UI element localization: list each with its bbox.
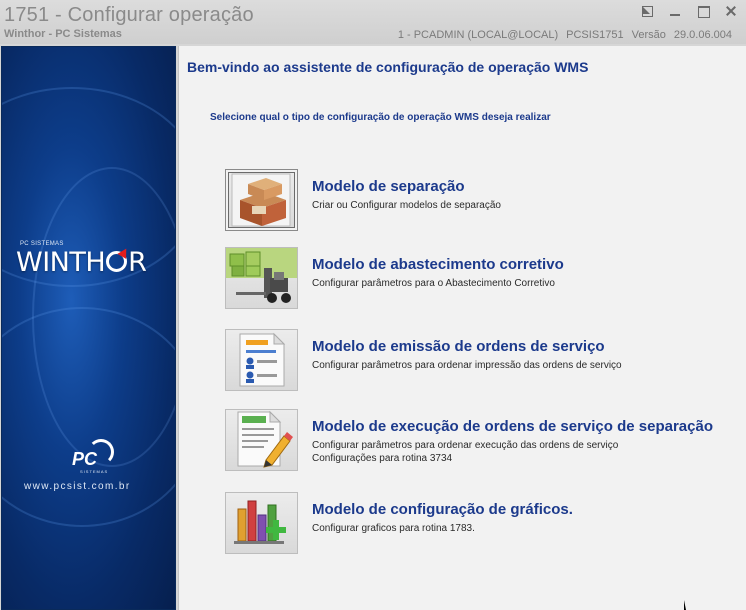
brand-sidebar: PC SISTEMAS WINTH R PC SISTEMAS www.pcsis… bbox=[1, 46, 176, 610]
option-modelo-abastecimento[interactable]: Modelo de abastecimento corretivo Config… bbox=[225, 247, 735, 311]
mouse-cursor-icon bbox=[684, 600, 686, 610]
pc-sistemas-logo: PC SISTEMAS bbox=[66, 439, 114, 477]
session-status: 1 - PCADMIN (LOCAL@LOCAL) PCSIS1751 Vers… bbox=[398, 29, 732, 41]
option-icon-button[interactable] bbox=[225, 409, 298, 471]
routine-code: PCSIS1751 bbox=[566, 29, 624, 41]
option-description: Configurar graficos para rotina 1783. bbox=[312, 523, 475, 534]
option-description: Criar ou Configurar modelos de separação bbox=[312, 200, 501, 211]
version-label: Versão bbox=[631, 29, 666, 41]
option-description: Configurar parâmetros para ordenar execu… bbox=[312, 439, 618, 465]
window-subtitle: Winthor - PC Sistemas bbox=[4, 28, 122, 40]
pc-logo-subtext: SISTEMAS bbox=[80, 469, 109, 474]
option-description: Configurar parâmetros para ordenar impre… bbox=[312, 360, 622, 371]
instruction-text: Selecione qual o tipo de configuração de… bbox=[210, 112, 551, 123]
option-description: Configurar parâmetros para o Abastecimen… bbox=[312, 278, 555, 289]
winthor-o-icon bbox=[106, 251, 128, 272]
option-modelo-graficos[interactable]: Modelo de configuração de gráficos. Conf… bbox=[225, 492, 735, 556]
chart-add-icon bbox=[234, 500, 286, 544]
option-icon-button[interactable] bbox=[225, 329, 298, 391]
winthor-logo-text-a: WINTH bbox=[16, 247, 106, 278]
window-title: 1751 - Configurar operação bbox=[4, 4, 254, 26]
close-icon[interactable] bbox=[724, 4, 738, 18]
option-modelo-execucao[interactable]: Modelo de execução de ordens de serviço … bbox=[225, 409, 735, 473]
boxes-icon bbox=[231, 173, 291, 227]
option-icon-button[interactable] bbox=[225, 169, 298, 231]
document-users-icon bbox=[239, 332, 286, 387]
page-title: Bem-vindo ao assistente de configuração … bbox=[187, 59, 589, 75]
maximize-icon[interactable] bbox=[696, 4, 710, 18]
option-description-line: Configurações para rotina 3734 bbox=[312, 453, 453, 464]
option-description-line: Configurar parâmetros para ordenar execu… bbox=[312, 440, 619, 451]
document-edit-icon bbox=[237, 410, 293, 468]
restore-icon[interactable] bbox=[640, 4, 654, 18]
winthor-logo-text-b: R bbox=[128, 247, 147, 278]
option-modelo-emissao[interactable]: Modelo de emissão de ordens de serviço C… bbox=[225, 329, 735, 393]
option-title: Modelo de configuração de gráficos. bbox=[312, 501, 573, 518]
option-icon-button[interactable] bbox=[225, 492, 298, 554]
option-title: Modelo de abastecimento corretivo bbox=[312, 256, 564, 273]
session-user: 1 - PCADMIN (LOCAL@LOCAL) bbox=[397, 29, 559, 41]
forklift-icon bbox=[226, 248, 297, 303]
version-number: 29.0.06.004 bbox=[673, 29, 732, 41]
wizard-panel: Bem-vindo ao assistente de configuração … bbox=[178, 46, 746, 610]
minimize-icon[interactable] bbox=[668, 4, 682, 18]
winthor-logo: WINTH R bbox=[16, 247, 147, 278]
title-bar: 1751 - Configurar operação Winthor - PC … bbox=[0, 0, 746, 44]
option-title: Modelo de emissão de ordens de serviço bbox=[312, 338, 605, 355]
window-controls bbox=[640, 4, 738, 18]
option-icon-button[interactable] bbox=[225, 247, 298, 309]
application-window: 1751 - Configurar operação Winthor - PC … bbox=[0, 0, 746, 610]
pc-logo-text: PC bbox=[72, 449, 98, 469]
option-modelo-separacao[interactable]: Modelo de separação Criar ou Configurar … bbox=[225, 169, 735, 233]
website-text: www.pcsist.com.br bbox=[24, 481, 131, 492]
option-title: Modelo de execução de ordens de serviço … bbox=[312, 418, 713, 435]
option-title: Modelo de separação bbox=[312, 178, 465, 195]
